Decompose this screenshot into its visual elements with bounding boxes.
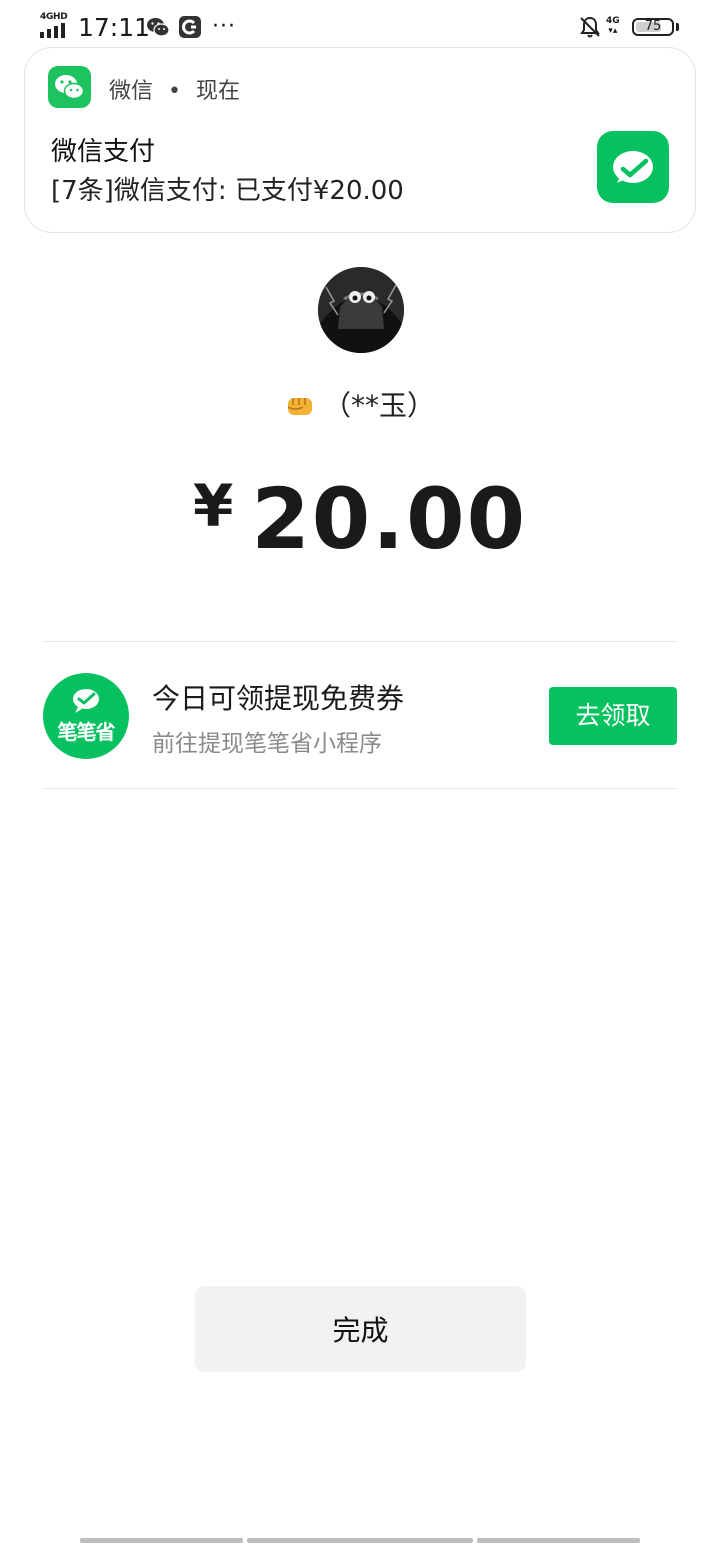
payee-avatar xyxy=(318,267,404,353)
gesture-bar-left[interactable] xyxy=(80,1538,243,1543)
claim-coupon-button[interactable]: 去领取 xyxy=(549,687,677,745)
currency-symbol: ¥ xyxy=(192,472,234,540)
payee-masked-name: （**玉） xyxy=(322,389,435,422)
bibisheng-logo: 笔笔省 xyxy=(43,673,129,759)
wechat-status-icon xyxy=(147,18,170,37)
payee-name: （**玉） xyxy=(0,384,720,424)
wechat-app-icon xyxy=(48,66,91,108)
app-status-icon xyxy=(179,16,201,38)
amount-value: 20.00 xyxy=(251,470,528,568)
gesture-bar-right[interactable] xyxy=(477,1538,640,1543)
bibisheng-logo-text: 笔笔省 xyxy=(57,720,116,744)
data-label: 4G xyxy=(606,16,620,26)
notification-body: [7条]微信支付: 已支付¥20.00 xyxy=(51,176,404,206)
notification-time: 现在 xyxy=(196,79,241,104)
battery-percent: 75 xyxy=(644,19,662,34)
signal-icon: 4GHD xyxy=(40,12,72,40)
gesture-bar-center[interactable] xyxy=(247,1538,473,1543)
notification-separator: • xyxy=(168,79,181,104)
payment-amount: ¥20.00 xyxy=(0,470,720,568)
notification-app-name: 微信 xyxy=(109,79,154,104)
more-notifications-icon: ··· xyxy=(212,14,236,39)
divider-bottom xyxy=(43,788,677,789)
promo-title: 今日可领提现免费券 xyxy=(152,682,405,715)
bell-mute-icon xyxy=(580,16,600,38)
divider-top xyxy=(43,641,677,642)
notification-header: 微信 • 现在 xyxy=(109,73,240,105)
battery-tip xyxy=(676,23,679,31)
notification-title: 微信支付 xyxy=(51,137,156,167)
done-button[interactable]: 完成 xyxy=(195,1286,526,1372)
network-label: 4GHD xyxy=(40,12,68,22)
promo-subtitle: 前往提现笔笔省小程序 xyxy=(152,731,382,757)
wechat-pay-notification[interactable]: 微信 • 现在 微信支付 [7条]微信支付: 已支付¥20.00 xyxy=(24,47,696,233)
battery-icon: 75 xyxy=(632,18,674,36)
mobile-data-icon: 4G ▾▴ xyxy=(606,16,620,36)
wechat-pay-icon xyxy=(597,131,669,203)
clock: 17:11 xyxy=(78,13,151,42)
fist-emoji-icon xyxy=(287,398,312,415)
